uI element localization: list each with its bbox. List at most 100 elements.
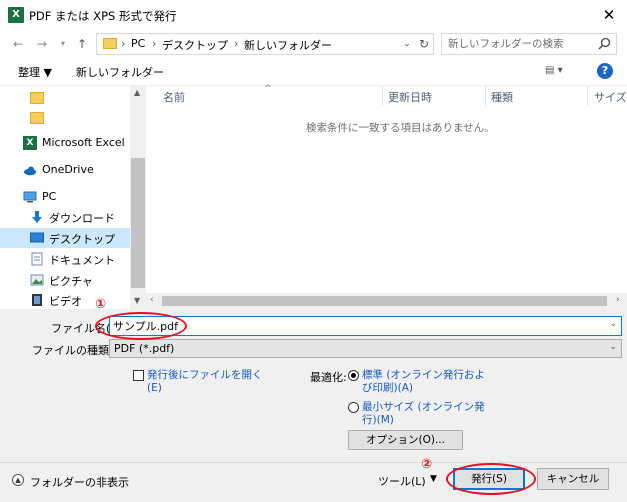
breadcrumb-desktop[interactable]: デスクトップ	[162, 37, 228, 53]
optimize-standard-label[interactable]: 標準 (オンライン発行およ	[362, 369, 485, 382]
optimize-standard-label-2[interactable]: び印刷)(A)	[362, 382, 413, 395]
optimize-minimum-radio[interactable]	[348, 402, 359, 413]
nav-item-folder[interactable]	[0, 88, 130, 108]
filetype-select[interactable]: PDF (*.pdf) ⌄	[109, 339, 622, 358]
nav-item-desktop[interactable]: デスクトップ	[0, 228, 130, 248]
file-list: ^ 名前 更新日時 種類 サイズ 検索条件に一致する項目はありません。 ‹ ›	[146, 84, 627, 309]
footer-divider	[0, 462, 627, 463]
open-after-publish-label-accel[interactable]: (E)	[147, 382, 162, 395]
back-button[interactable]: ←	[10, 35, 26, 53]
column-divider	[485, 86, 486, 106]
optimize-minimum-label[interactable]: 最小サイズ (オンライン発	[362, 401, 485, 414]
tools-dropdown-icon[interactable]: ▼	[430, 474, 437, 484]
excel-icon: X	[23, 136, 37, 150]
chevron-down-icon: ▾	[60, 39, 65, 48]
nav-item-pc[interactable]: PC	[0, 187, 130, 207]
empty-message: 検索条件に一致する項目はありません。	[306, 122, 495, 134]
nav-item-videos[interactable]: ビデオ	[0, 290, 130, 308]
address-row: ← → ▾ ↑ › PC › デスクトップ › 新しいフォルダー ⌄ ↻	[0, 30, 627, 58]
address-bar[interactable]: › PC › デスクトップ › 新しいフォルダー ⌄ ↻	[96, 33, 434, 55]
column-header-type[interactable]: 種類	[491, 89, 513, 105]
horizontal-scrollbar[interactable]: ‹ ›	[146, 293, 627, 309]
nav-item-onedrive[interactable]: OneDrive	[0, 160, 130, 180]
up-button[interactable]: ↑	[74, 35, 90, 53]
column-header-modified[interactable]: 更新日時	[388, 89, 432, 105]
nav-item-label: ビデオ	[49, 295, 82, 308]
chevron-up-icon[interactable]: ▲	[12, 474, 24, 486]
optimize-label: 最適化:	[310, 371, 347, 384]
search-box[interactable]	[441, 33, 617, 55]
nav-item-label: OneDrive	[42, 163, 94, 176]
nav-item-microsoft-excel[interactable]: X Microsoft Excel	[0, 133, 130, 153]
options-button[interactable]: オプション(O)...	[348, 430, 463, 450]
pc-icon	[23, 191, 37, 203]
video-icon	[32, 294, 42, 306]
forward-button[interactable]: →	[34, 35, 50, 53]
scroll-right-icon: ›	[616, 295, 620, 305]
document-icon	[31, 252, 43, 266]
nav-item-documents[interactable]: ドキュメント	[0, 249, 130, 269]
cancel-button[interactable]: キャンセル	[537, 468, 609, 490]
close-button[interactable]: ✕	[596, 3, 622, 27]
refresh-button[interactable]: ↻	[417, 35, 431, 53]
filetype-value: PDF (*.pdf)	[114, 342, 175, 355]
help-button[interactable]: ?	[597, 63, 613, 79]
arrow-up-icon: ↑	[76, 37, 88, 51]
chevron-down-icon: ⌄	[609, 342, 617, 352]
nav-item-pictures[interactable]: ピクチャ	[0, 270, 130, 290]
folder-icon	[30, 112, 44, 124]
breadcrumb-new-folder[interactable]: 新しいフォルダー	[244, 37, 332, 53]
recent-button[interactable]: ▾	[55, 35, 71, 53]
nav-item-folder[interactable]	[0, 108, 130, 128]
column-header-name[interactable]: 名前	[163, 89, 185, 105]
nav-scrollbar-thumb[interactable]	[131, 158, 145, 288]
chevron-down-icon[interactable]: ⌄	[609, 319, 617, 329]
column-divider	[382, 86, 383, 106]
optimize-minimum-label-2[interactable]: 行)(M)	[362, 414, 394, 427]
annotation-number-1: ①	[95, 297, 107, 312]
hide-folders-button[interactable]: フォルダーの非表示	[30, 474, 129, 490]
open-after-publish-label[interactable]: 発行後にファイルを開く	[147, 369, 263, 382]
excel-app-icon: X	[8, 7, 24, 23]
refresh-icon: ↻	[418, 37, 430, 51]
arrow-left-icon: ←	[12, 37, 24, 51]
annotation-ellipse-1	[95, 312, 187, 340]
scroll-up-icon: ▲	[134, 88, 141, 97]
new-folder-button[interactable]: 新しいフォルダー	[76, 64, 164, 80]
search-icon	[598, 37, 611, 50]
onedrive-icon	[24, 166, 36, 176]
nav-item-label: Microsoft Excel	[42, 136, 125, 149]
folder-icon	[30, 92, 44, 104]
tools-button[interactable]: ツール(L)	[378, 473, 426, 489]
navigation-pane: X Microsoft Excel OneDrive PC ダウンロード デスク…	[0, 86, 146, 309]
nav-item-label: デスクトップ	[49, 233, 115, 246]
title-bar: X PDF または XPS 形式で発行 ✕	[0, 0, 627, 30]
breadcrumb-pc[interactable]: PC	[131, 37, 145, 50]
arrow-right-icon: →	[36, 37, 48, 51]
organize-button[interactable]: 整理 ▼	[18, 64, 52, 80]
window-title: PDF または XPS 形式で発行	[29, 9, 177, 23]
folder-icon	[103, 38, 117, 49]
search-input[interactable]	[448, 37, 588, 51]
nav-item-label: ピクチャ	[49, 275, 93, 288]
picture-icon	[30, 274, 44, 286]
annotation-ellipse-2	[446, 463, 536, 495]
crumb-separator-icon: ›	[121, 37, 126, 50]
scroll-left-icon: ‹	[150, 295, 154, 305]
nav-item-label: PC	[42, 190, 57, 203]
address-dropdown[interactable]: ⌄	[400, 36, 414, 52]
horizontal-scrollbar-thumb[interactable]	[162, 296, 607, 306]
column-header-size[interactable]: サイズ	[594, 89, 627, 105]
download-icon	[32, 211, 42, 223]
nav-item-label: ダウンロード	[49, 212, 115, 225]
annotation-number-2: ②	[421, 457, 433, 472]
optimize-standard-radio[interactable]	[348, 370, 359, 381]
open-after-publish-checkbox[interactable]	[133, 370, 144, 381]
view-options-button[interactable]: ▤ ▾	[545, 65, 563, 76]
sort-up-icon: ^	[264, 84, 272, 94]
column-divider	[587, 86, 588, 106]
chevron-down-icon: ⌄	[403, 39, 411, 49]
scroll-down-icon: ▼	[134, 296, 141, 305]
crumb-separator-icon: ›	[234, 37, 239, 50]
nav-item-downloads[interactable]: ダウンロード	[0, 207, 130, 227]
